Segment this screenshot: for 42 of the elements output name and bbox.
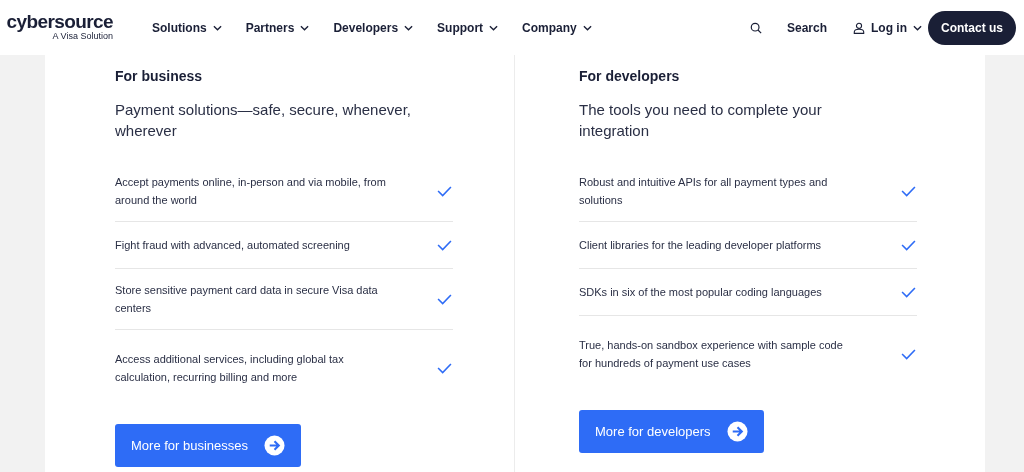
check-icon [901,348,916,360]
nav-menu-item[interactable]: Support [437,20,499,35]
arrow-circle-icon [726,421,748,442]
chevron-down-icon [913,24,922,31]
search-link[interactable]: Search [786,20,827,35]
logo[interactable]: cybersource [6,13,113,31]
column-subtitle: The tools you need to complete your integration [579,100,823,141]
feature-text: True, hands-on sandbox experience with sample code for hundreds of payment use cases [579,338,844,371]
feature-text: Client libraries for the leading developer platforms [579,238,823,253]
feature-text: SDKs in six of the most popular coding languages [579,285,823,300]
check-icon [901,239,916,251]
column-heading: For business [115,67,204,85]
arrow-circle-icon [264,435,286,456]
chevron-down-icon [582,24,592,31]
feature-text: Fight fraud with advanced, automated screening [115,238,351,253]
check-icon [901,185,916,197]
search-icon[interactable] [749,21,762,34]
nav-menu-item[interactable]: Developers [333,20,414,35]
check-icon [437,239,452,251]
user-icon [853,21,865,34]
logo-tagline: A Visa Solution [52,31,113,42]
chevron-down-icon [212,24,222,31]
more-button[interactable]: More for developers [579,410,764,453]
check-icon [437,362,452,374]
contact-us-button[interactable]: Contact us [928,10,1016,45]
feature-text: Robust and intuitive APIs for all payment types and solutions [579,175,829,208]
nav-menu-item[interactable]: Partners [245,20,310,35]
check-icon [901,286,916,298]
check-icon [437,293,452,305]
nav-menu-item[interactable]: Company [522,20,592,35]
nav-menu-item[interactable]: Solutions [152,20,222,35]
login-link[interactable]: Log in [853,20,922,35]
check-icon [437,185,452,197]
feature-text: Access additional services, including global tax calculation, recurring billing and more [115,352,345,385]
chevron-down-icon [300,24,310,31]
column-heading: For developers [579,67,681,85]
more-button[interactable]: More for businesses [115,424,302,467]
column-subtitle: Payment solutions—safe, secure, whenever, wherever [115,100,412,141]
feature-text: Store sensitive payment card data in secure Visa data centers [115,283,379,316]
chevron-down-icon [404,24,414,31]
feature-text: Accept payments online, in-person and via mobile, from around the world [115,175,387,208]
chevron-down-icon [489,24,499,31]
